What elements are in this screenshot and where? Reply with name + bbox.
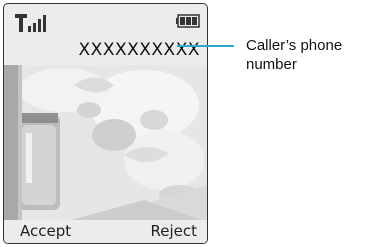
callout-label: Caller’s phone number bbox=[246, 37, 343, 73]
wallpaper-image bbox=[4, 65, 207, 222]
soft-key-bar: Accept Reject bbox=[4, 220, 207, 243]
battery-icon bbox=[176, 14, 200, 28]
callout-leader-line bbox=[177, 45, 234, 47]
accept-soft-key[interactable]: Accept bbox=[20, 222, 71, 240]
signal-strength-icon bbox=[15, 14, 46, 32]
phone-screen: XXXXXXXXXX Accept Reject bbox=[3, 3, 208, 244]
reject-soft-key[interactable]: Reject bbox=[150, 222, 197, 240]
caller-phone-number: XXXXXXXXXX bbox=[78, 40, 200, 60]
status-bar bbox=[4, 4, 207, 40]
